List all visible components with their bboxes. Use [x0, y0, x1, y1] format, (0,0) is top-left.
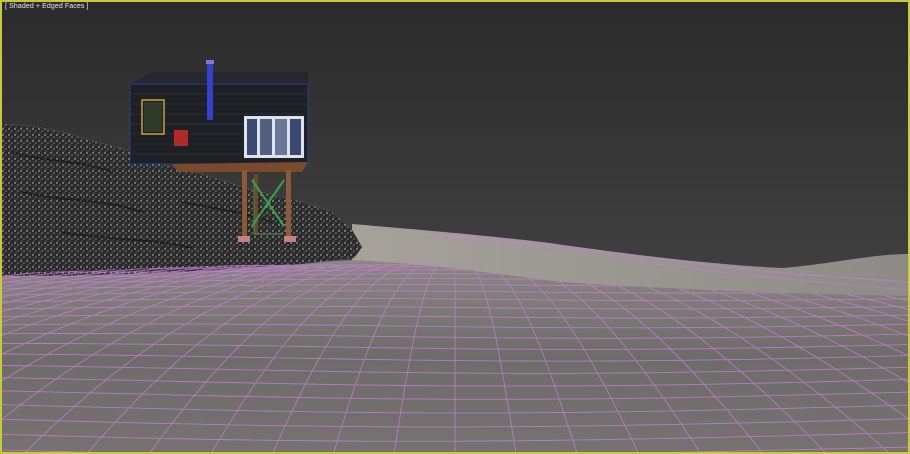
viewport-label[interactable]: [ Shaded + Edged Faces ] — [5, 3, 89, 10]
perspective-viewport[interactable]: [ Shaded + Edged Faces ] — [0, 0, 910, 454]
viewport-scene[interactable] — [2, 2, 908, 452]
